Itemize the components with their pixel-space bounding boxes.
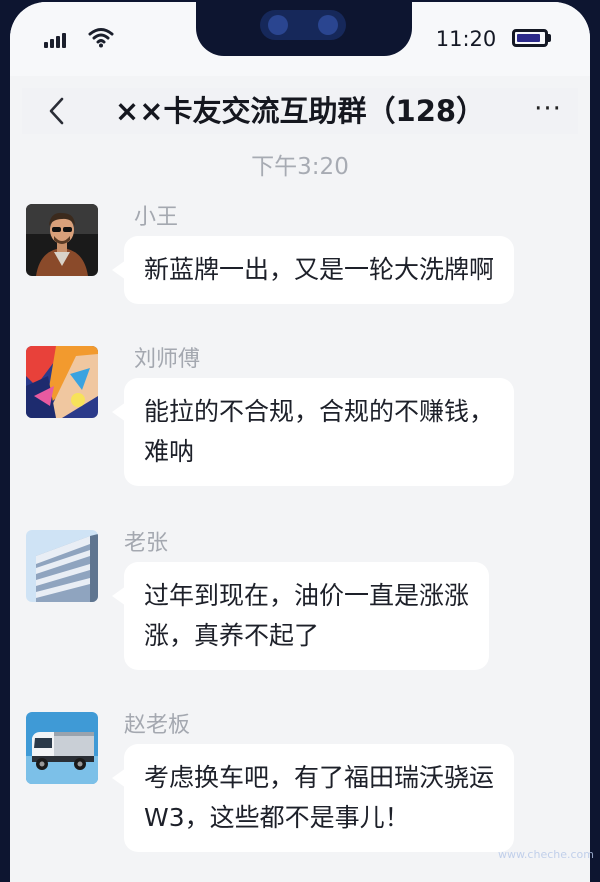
sender-name: 小王: [134, 205, 179, 230]
status-bar: 11:20: [10, 2, 590, 76]
sender-name: 刘师傅: [134, 347, 201, 372]
message-text-line: 过年到现在，油价一直是涨涨: [144, 581, 470, 610]
camera-notch: [196, 2, 412, 56]
sender-name: 老张: [124, 531, 169, 556]
more-options-button[interactable]: ···: [528, 92, 568, 130]
message-text-line: W3，这些都不是事儿！: [144, 803, 410, 832]
chat-header: ××卡友交流互助群（128） ···: [22, 88, 578, 134]
watermark-text: www.cheche.com: [497, 848, 594, 861]
status-time: 11:20: [435, 27, 497, 51]
truck-avatar[interactable]: [26, 712, 98, 784]
sender-name: 赵老板: [124, 713, 191, 738]
phone-frame: 11:20 ××卡友交流互助群（128） ··· 下午3:20 小王 新蓝牌一出…: [0, 0, 600, 882]
message-bubble[interactable]: 能拉的不合规，合规的不赚钱， 难呐: [111, 378, 515, 486]
cellular-signal-icon: [44, 30, 70, 48]
message-bubble[interactable]: 过年到现在，油价一直是涨涨 涨，真养不起了: [111, 562, 490, 670]
group-title: ××卡友交流互助群（128）: [114, 94, 486, 128]
graffiti-wall-avatar[interactable]: [26, 346, 98, 418]
chat-timestamp: 下午3:20: [251, 154, 349, 180]
chevron-left-icon: [49, 97, 64, 125]
wifi-icon: [88, 26, 114, 48]
message-text-line: 能拉的不合规，合规的不赚钱，: [144, 397, 495, 426]
chat-screen: 11:20 ××卡友交流互助群（128） ··· 下午3:20 小王 新蓝牌一出…: [10, 2, 590, 882]
man-portrait-avatar[interactable]: [26, 204, 98, 276]
battery-tip: [548, 34, 551, 42]
message-text-line: 考虑换车吧，有了福田瑞沃骁运: [144, 763, 495, 792]
message-bubble[interactable]: 新蓝牌一出，又是一轮大洗牌啊: [111, 236, 515, 304]
camera-icon: [260, 10, 346, 40]
message-bubble[interactable]: 考虑换车吧，有了福田瑞沃骁运 W3，这些都不是事儿！: [111, 744, 515, 852]
battery-icon: [512, 29, 548, 47]
message-text-line: 新蓝牌一出，又是一轮大洗牌啊: [144, 255, 495, 284]
message-text-line: 难呐: [144, 437, 195, 466]
message-text-line: 涨，真养不起了: [144, 621, 320, 650]
back-button[interactable]: [38, 92, 74, 130]
building-avatar[interactable]: [26, 530, 98, 602]
